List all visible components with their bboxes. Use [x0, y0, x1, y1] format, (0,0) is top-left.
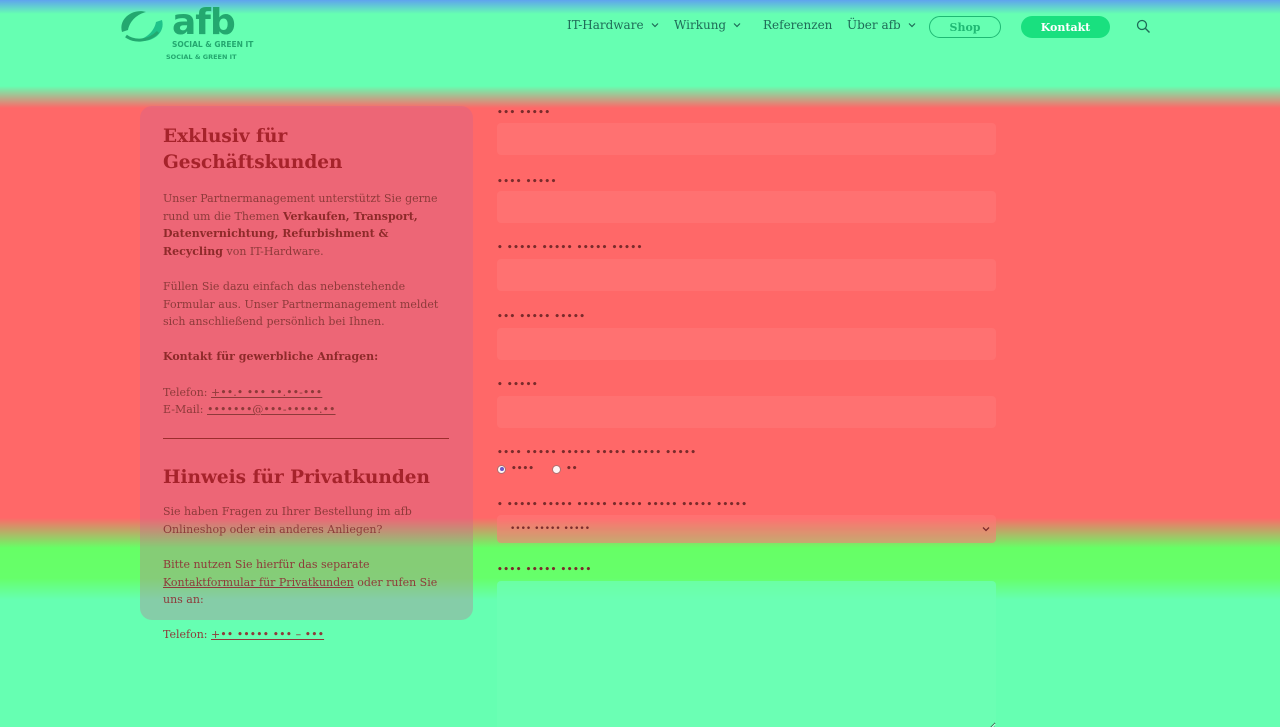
- field-label: ••• ••••• •••••: [497, 312, 586, 322]
- nav-item-wirkung[interactable]: Wirkung: [674, 18, 741, 32]
- form-select[interactable]: •••• ••••• •••••: [497, 515, 996, 543]
- business-contact-heading: Kontakt für gewerbliche Anfragen:: [163, 350, 379, 364]
- field-label: •••• ••••• •••••: [497, 565, 592, 575]
- nav-item-ueber-afb[interactable]: Über afb: [847, 18, 916, 32]
- business-phone-row: Telefon: +••.• ••• ••.••-•••: [163, 384, 450, 402]
- form-input-2[interactable]: [497, 191, 996, 223]
- private-question-text: Sie haben Fragen zu Ihrer Bestellung im …: [163, 505, 412, 536]
- private-contact-form-link[interactable]: Kontaktformular für Privatkunden: [163, 576, 354, 589]
- business-intro-text: Unser Partnermanagement unterstützt Sie …: [163, 190, 450, 260]
- logo-tagline: SOCIAL & GREEN IT: [172, 40, 254, 49]
- nav-item-label: Wirkung: [674, 18, 727, 32]
- nav-item-referenzen[interactable]: Referenzen: [763, 18, 832, 32]
- select-value: •••• ••••• •••••: [510, 524, 591, 534]
- form-input-4[interactable]: [497, 328, 996, 360]
- main-navigation: IT-Hardware Wirkung Referenzen Über afb …: [0, 16, 1280, 38]
- chevron-down-icon: [651, 23, 658, 28]
- form-message-textarea[interactable]: [497, 581, 996, 727]
- nav-item-it-hardware[interactable]: IT-Hardware: [567, 18, 659, 32]
- site-header: afb SOCIAL & GREEN IT SOCIAL & GREEN IT …: [0, 0, 1280, 80]
- phone-label: Telefon:: [163, 385, 208, 399]
- section-divider: [163, 437, 449, 440]
- private-use-start: Bitte nutzen Sie hierfür das separate: [163, 558, 370, 571]
- info-card: Exklusiv für Geschäftskunden Unser Partn…: [140, 106, 473, 641]
- private-phone-link[interactable]: +•• ••••• ••• – •••: [211, 628, 324, 641]
- field-label: •••• ••••• ••••• ••••• ••••• •••••: [497, 448, 697, 458]
- field-label: ••• •••••: [497, 108, 551, 118]
- radio-option-label: ••••: [511, 464, 535, 474]
- business-email-row: E-Mail: •••••••@•••-•••••.••: [163, 401, 450, 419]
- radio-option-1[interactable]: [497, 464, 506, 474]
- search-icon[interactable]: [1136, 19, 1151, 34]
- private-instruction-text: Bitte nutzen Sie hierfür das separate Ko…: [163, 556, 450, 609]
- chevron-down-icon: [733, 23, 741, 28]
- business-email-link[interactable]: •••••••@•••-•••••.••: [207, 403, 336, 416]
- form-input-5[interactable]: [497, 396, 996, 428]
- shop-button[interactable]: Shop: [929, 16, 1001, 38]
- radio-group: •••• ••: [497, 464, 578, 474]
- chevron-down-icon: [982, 527, 990, 532]
- field-label: • ••••• ••••• ••••• ••••• ••••• ••••• ••…: [497, 500, 748, 510]
- field-label: •••• •••••: [497, 177, 557, 187]
- radio-option-2[interactable]: [552, 464, 562, 474]
- nav-item-label: Über afb: [847, 18, 901, 32]
- nav-item-label: IT-Hardware: [567, 18, 644, 32]
- logo-tagline-small: SOCIAL & GREEN IT: [166, 53, 237, 61]
- form-input-1[interactable]: [497, 123, 996, 155]
- business-phone-link[interactable]: +••.• ••• ••.••-•••: [211, 386, 322, 399]
- radio-option-label: ••: [566, 464, 578, 474]
- nav-item-label: Referenzen: [763, 18, 833, 32]
- private-customers-heading: Hinweis für Privatkunden: [163, 467, 430, 489]
- email-label: E-Mail:: [163, 403, 204, 417]
- private-phone-row: Telefon: +•• ••••• ••• – •••: [163, 626, 450, 644]
- chevron-down-icon: [908, 23, 916, 28]
- business-customers-heading: Exklusiv für Geschäftskunden: [163, 126, 343, 173]
- intro-end: von IT-Hardware.: [222, 244, 324, 258]
- kontakt-button[interactable]: Kontakt: [1021, 16, 1110, 38]
- field-label: • •••••: [497, 380, 539, 390]
- phone-label: Telefon:: [163, 628, 208, 642]
- field-label: • ••••• ••••• ••••• •••••: [497, 243, 643, 253]
- form-input-3[interactable]: [497, 259, 996, 291]
- form-hint-text: Füllen Sie dazu einfach das nebenstehend…: [163, 279, 439, 329]
